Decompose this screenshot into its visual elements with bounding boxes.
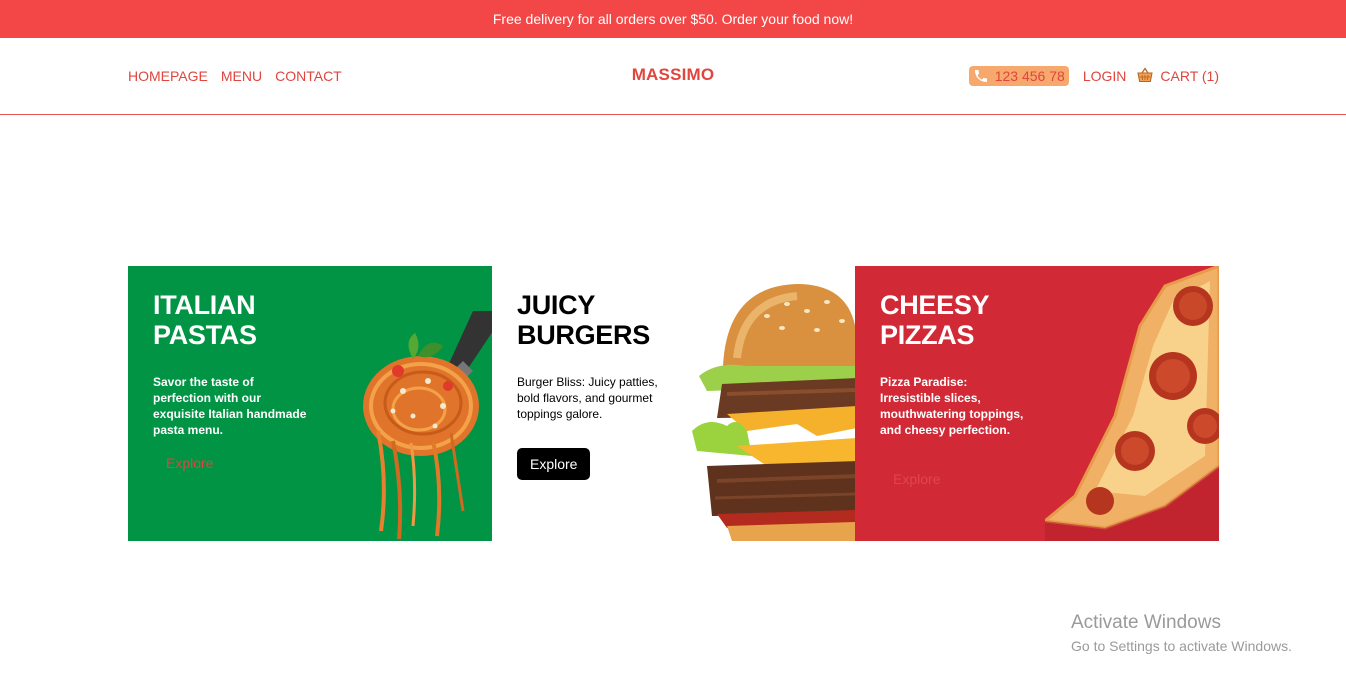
watermark-title: Activate Windows: [1071, 612, 1221, 633]
pasta-fork-image: [363, 311, 492, 540]
phone-number: 123 456 78: [994, 68, 1065, 84]
watermark-subtitle: Go to Settings to activate Windows.: [1071, 638, 1292, 654]
pizza-card: CHEESY PIZZAS Pizza Paradise: Irresistib…: [855, 266, 1219, 541]
category-cards: ITALIAN PASTAS Savor the taste of perfec…: [128, 266, 1219, 541]
nav-actions: 123 456 78 LOGIN CART (1): [968, 66, 1219, 86]
burger-explore-button[interactable]: Explore: [517, 448, 591, 480]
login-link[interactable]: LOGIN: [1083, 68, 1127, 84]
pizza-card-title: CHEESY PIZZAS: [880, 290, 989, 350]
burger-image: [692, 284, 855, 541]
windows-activation-watermark: Activate Windows Go to Settings to activ…: [1071, 612, 1292, 654]
cart-link[interactable]: CART (1): [1137, 66, 1219, 86]
basket-icon: [1137, 66, 1153, 86]
phone-icon: [973, 68, 989, 84]
burger-card-description: Burger Bliss: Juicy patties, bold flavor…: [517, 375, 658, 421]
burger-card-title: JUICY BURGERS: [517, 290, 650, 350]
pasta-explore-button[interactable]: Explore: [153, 447, 226, 479]
phone-button[interactable]: 123 456 78: [968, 66, 1069, 86]
pasta-card-title: ITALIAN PASTAS: [153, 290, 257, 350]
pizza-explore-button[interactable]: Explore: [880, 463, 953, 495]
pizza-card-description: Pizza Paradise: Irresistible slices, mou…: [880, 375, 1024, 437]
promo-banner-text: Free delivery for all orders over $50. O…: [492, 11, 854, 27]
navbar: HOMEPAGE MENU CONTACT MASSIMO 123 456 78…: [0, 38, 1346, 115]
burger-card: JUICY BURGERS Burger Bliss: Juicy pattie…: [492, 266, 855, 541]
pasta-card-description: Savor the taste of perfection with our e…: [153, 375, 307, 437]
promo-banner: Free delivery for all orders over $50. O…: [0, 0, 1346, 38]
pasta-card: ITALIAN PASTAS Savor the taste of perfec…: [128, 266, 492, 541]
cart-label: CART (1): [1160, 68, 1219, 84]
site-logo[interactable]: MASSIMO: [632, 65, 715, 84]
pizza-slice-image: [1045, 266, 1219, 541]
